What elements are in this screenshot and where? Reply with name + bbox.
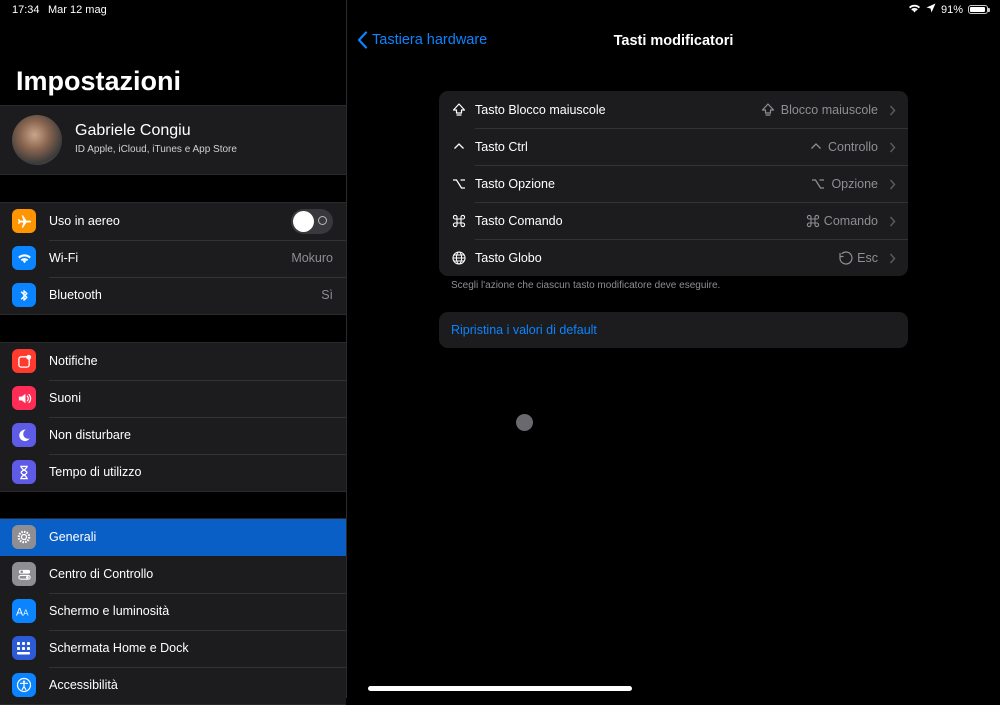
sidebar-item-wifi[interactable]: Wi-Fi Mokuro — [0, 240, 346, 277]
modifier-keys-list: Tasto Blocco maiuscole Blocco maiuscole … — [439, 91, 908, 276]
home-grid-icon — [12, 636, 36, 660]
modifier-label: Tasto Blocco maiuscole — [475, 103, 606, 117]
avatar — [12, 115, 62, 165]
modifier-row-option[interactable]: Tasto Opzione Opzione — [439, 165, 908, 202]
modifier-value: Comando — [823, 214, 878, 228]
sidebar-title: Impostazioni — [16, 66, 182, 96]
battery-icon — [968, 5, 990, 14]
sidebar-item-notifications[interactable]: Notifiche — [0, 343, 346, 380]
gear-icon — [12, 525, 36, 549]
svg-text:A: A — [23, 608, 29, 617]
modifier-value: Controllo — [827, 140, 878, 154]
sidebar-item-label: Bluetooth — [49, 288, 102, 302]
control-icon — [808, 139, 824, 155]
sidebar-item-label: Wi-Fi — [49, 251, 79, 265]
sidebar-item-label: Tempo di utilizzo — [49, 465, 142, 479]
home-indicator[interactable] — [368, 686, 632, 691]
chevron-right-icon — [889, 140, 896, 158]
airplane-icon — [12, 209, 36, 233]
settings-sidebar: Impostazioni Gabriele Congiu ID Apple, i… — [0, 0, 347, 705]
sidebar-item-screen-time[interactable]: Tempo di utilizzo — [0, 454, 346, 491]
sidebar-item-label: Suoni — [49, 391, 81, 405]
sidebar-item-label: Generali — [49, 530, 97, 544]
modifier-row-caps-lock[interactable]: Tasto Blocco maiuscole Blocco maiuscole — [439, 91, 908, 128]
sidebar-item-label: Non disturbare — [49, 428, 131, 442]
battery-percentage: 91% — [940, 3, 963, 16]
general-group: Generali Centro di Controllo AA Schermo … — [0, 518, 346, 705]
toggle-off-indicator — [318, 216, 327, 225]
sidebar-item-label: Notifiche — [49, 354, 98, 368]
sidebar-item-bluetooth[interactable]: Bluetooth Sì — [0, 277, 346, 314]
modifier-label: Tasto Comando — [475, 214, 563, 228]
modifier-value: Esc — [857, 251, 878, 265]
sidebar-item-accessibility[interactable]: Accessibilità — [0, 667, 346, 704]
modifier-keys-footnote: Scegli l'azione che ciascun tasto modifi… — [451, 280, 721, 291]
globe-icon — [451, 250, 467, 266]
status-date: Mar 12 mag — [48, 4, 107, 16]
chevron-right-icon — [889, 177, 896, 195]
modifier-label: Tasto Ctrl — [475, 140, 528, 154]
chevron-right-icon — [889, 103, 896, 121]
sidebar-item-do-not-disturb[interactable]: Non disturbare — [0, 417, 346, 454]
sidebar-item-label: Uso in aereo — [49, 214, 120, 228]
modifier-row-command[interactable]: Tasto Comando Comando — [439, 202, 908, 239]
reset-defaults-label: Ripristina i valori di default — [451, 323, 597, 337]
apple-id-profile[interactable]: Gabriele Congiu ID Apple, iCloud, iTunes… — [0, 105, 346, 175]
profile-subtitle: ID Apple, iCloud, iTunes e App Store — [75, 144, 237, 155]
option-icon — [451, 176, 467, 192]
wifi-icon — [908, 3, 921, 16]
sidebar-item-label: Accessibilità — [49, 678, 118, 692]
connectivity-group: Uso in aereo Wi-Fi Mokuro Bluetooth Sì — [0, 202, 346, 315]
moon-icon — [12, 423, 36, 447]
modifier-row-control[interactable]: Tasto Ctrl Controllo — [439, 128, 908, 165]
bluetooth-icon — [12, 283, 36, 307]
status-right: 91% — [908, 3, 990, 16]
location-icon — [926, 3, 936, 16]
caps-lock-icon — [760, 102, 776, 118]
page-title: Tasti modificatori — [613, 33, 734, 49]
sidebar-item-sounds[interactable]: Suoni — [0, 380, 346, 417]
bluetooth-value: Sì — [321, 288, 333, 302]
sidebar-item-label: Schermata Home e Dock — [49, 641, 189, 655]
sidebar-item-home-screen-dock[interactable]: Schermata Home e Dock — [0, 630, 346, 667]
status-bar: 17:34 Mar 12 mag 91% — [0, 0, 1000, 22]
sidebar-item-control-center[interactable]: Centro di Controllo — [0, 556, 346, 593]
text-size-icon: AA — [12, 599, 36, 623]
wifi-network-value: Mokuro — [291, 251, 333, 265]
escape-icon — [837, 250, 853, 266]
toggle-knob — [293, 211, 314, 232]
pointer-cursor — [516, 414, 533, 431]
control-icon — [451, 139, 467, 155]
modifier-value: Opzione — [831, 177, 878, 191]
modifier-row-globe[interactable]: Tasto Globo Esc — [439, 239, 908, 276]
hourglass-icon — [12, 460, 36, 484]
wifi-icon — [12, 246, 36, 270]
notifications-group: Notifiche Suoni Non disturbare Tempo di … — [0, 342, 346, 492]
speaker-icon — [12, 386, 36, 410]
sidebar-item-general[interactable]: Generali — [0, 519, 346, 556]
modifier-label: Tasto Opzione — [475, 177, 555, 191]
modifier-label: Tasto Globo — [475, 251, 542, 265]
profile-name: Gabriele Congiu — [75, 122, 191, 139]
caps-lock-icon — [451, 102, 467, 118]
modifier-value: Blocco maiuscole — [780, 103, 878, 117]
sidebar-item-airplane-mode[interactable]: Uso in aereo — [0, 203, 346, 240]
detail-navbar: Tastiera hardware Tasti modificatori — [347, 22, 1000, 62]
notifications-icon — [12, 349, 36, 373]
status-time: 17:34 — [12, 4, 40, 16]
switches-icon — [12, 562, 36, 586]
accessibility-icon — [12, 673, 36, 697]
command-icon — [805, 213, 821, 229]
chevron-right-icon — [889, 214, 896, 232]
chevron-right-icon — [889, 251, 896, 269]
airplane-mode-toggle[interactable] — [291, 209, 333, 234]
command-icon — [451, 213, 467, 229]
reset-group: Ripristina i valori di default — [439, 312, 908, 348]
reset-defaults-button[interactable]: Ripristina i valori di default — [439, 312, 908, 348]
sidebar-item-label: Centro di Controllo — [49, 567, 154, 581]
sidebar-item-display-brightness[interactable]: AA Schermo e luminosità — [0, 593, 346, 630]
sidebar-item-label: Schermo e luminosità — [49, 604, 170, 618]
option-icon — [810, 176, 826, 192]
